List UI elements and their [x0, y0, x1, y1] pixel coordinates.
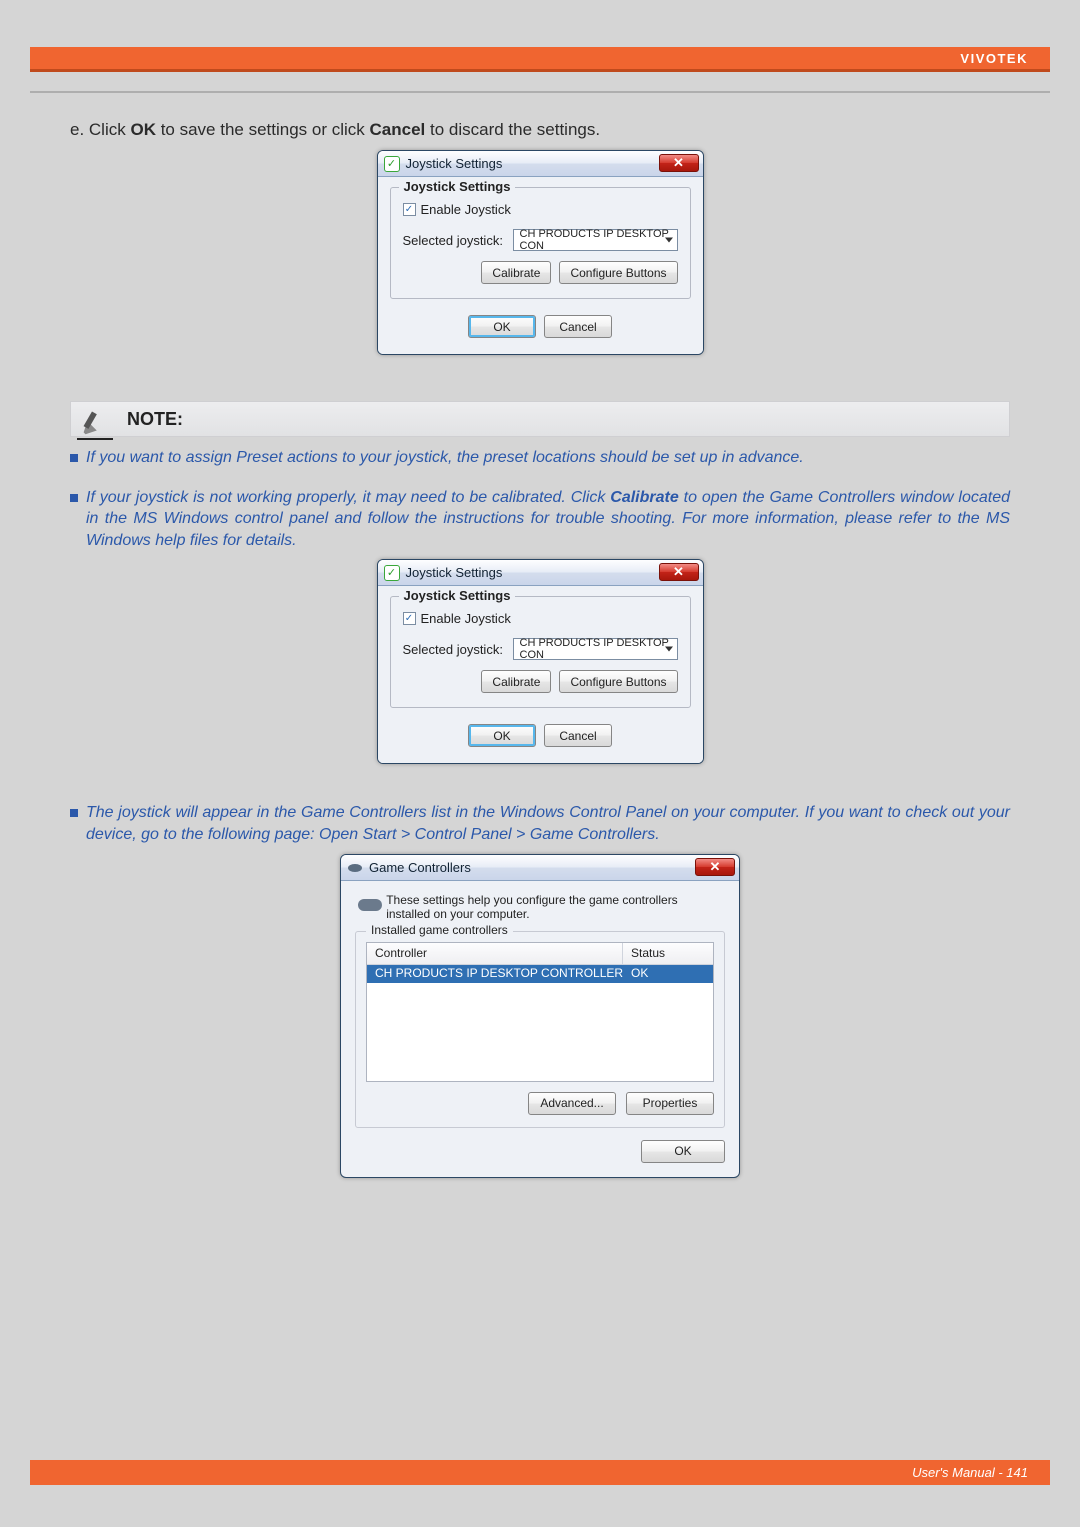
combobox-value: CH PRODUCTS IP DESKTOP CON [520, 228, 671, 252]
table-row[interactable]: CH PRODUCTS IP DESKTOP CONTROLLER OK [367, 965, 713, 983]
enable-joystick-row: ✓ Enable Joystick [403, 611, 678, 626]
calibrate-button[interactable]: Calibrate [481, 261, 551, 284]
dialog-title: Joystick Settings [406, 565, 503, 580]
ok-button[interactable]: OK [641, 1140, 725, 1163]
properties-button[interactable]: Properties [626, 1092, 714, 1115]
installed-controllers-fieldset: Installed game controllers Controller St… [355, 931, 725, 1128]
content-area: e. Click OK to save the settings or clic… [70, 120, 1010, 1178]
joystick-settings-fieldset: Joystick Settings ✓ Enable Joystick Sele… [390, 596, 691, 708]
selected-joystick-label: Selected joystick: [403, 642, 513, 657]
fieldset-legend: Installed game controllers [366, 923, 513, 937]
note-bullet-2: If your joystick is not working properly… [70, 487, 1010, 552]
dialog-title: Game Controllers [369, 860, 471, 875]
dialog-footer: OK Cancel [390, 309, 691, 342]
cell-controller: CH PRODUCTS IP DESKTOP CONTROLLER [367, 965, 623, 983]
bullet-icon [70, 494, 78, 502]
bullet-text: The joystick will appear in the Game Con… [86, 802, 1010, 845]
fieldset-legend: Joystick Settings [399, 588, 516, 603]
dialog-footer: OK Cancel [390, 718, 691, 751]
joystick-settings-dialog: ✓ Joystick Settings ✕ Joystick Settings … [377, 150, 704, 355]
text-bold-cancel: Cancel [370, 120, 426, 139]
joystick-settings-dialog: ✓ Joystick Settings ✕ Joystick Settings … [377, 559, 704, 764]
enable-joystick-label: Enable Joystick [421, 611, 511, 626]
enable-joystick-checkbox[interactable]: ✓ [403, 612, 416, 625]
dialog-container: ✓ Joystick Settings ✕ Joystick Settings … [70, 559, 1010, 764]
dialog-container: ✓ Joystick Settings ✕ Joystick Settings … [70, 150, 1010, 355]
close-icon[interactable]: ✕ [695, 858, 735, 876]
selected-joystick-label: Selected joystick: [403, 233, 513, 248]
button-row: Calibrate Configure Buttons [403, 670, 678, 693]
column-header-controller[interactable]: Controller [367, 943, 623, 964]
controller-listview[interactable]: Controller Status CH PRODUCTS IP DESKTOP… [366, 942, 714, 1082]
joystick-settings-fieldset: Joystick Settings ✓ Enable Joystick Sele… [390, 187, 691, 299]
selected-joystick-combobox[interactable]: CH PRODUCTS IP DESKTOP CON [513, 229, 678, 251]
dialog-container: Game Controllers ✕ These settings help y… [70, 854, 1010, 1178]
fieldset-legend: Joystick Settings [399, 179, 516, 194]
close-icon[interactable]: ✕ [659, 154, 699, 172]
configure-buttons-button[interactable]: Configure Buttons [559, 261, 677, 284]
text-fragment: to discard the settings. [425, 120, 600, 139]
dialog-body: Joystick Settings ✓ Enable Joystick Sele… [378, 177, 703, 354]
chevron-down-icon [665, 647, 673, 652]
ok-button[interactable]: OK [468, 315, 536, 338]
text-fragment: If your joystick is not working properly… [86, 489, 610, 506]
ok-button[interactable]: OK [468, 724, 536, 747]
cancel-button[interactable]: Cancel [544, 315, 612, 338]
bullet-icon [70, 454, 78, 462]
close-icon[interactable]: ✕ [659, 563, 699, 581]
title-bar: ✓ Joystick Settings ✕ [378, 560, 703, 586]
title-bar: ✓ Joystick Settings ✕ [378, 151, 703, 177]
dialog-body: These settings help you configure the ga… [341, 881, 739, 1177]
text-fragment: to save the settings or click [156, 120, 370, 139]
dialog-footer: OK [355, 1128, 725, 1163]
bullet-text: If you want to assign Preset actions to … [86, 447, 1010, 469]
app-icon: ✓ [384, 565, 400, 581]
game-controllers-dialog: Game Controllers ✕ These settings help y… [340, 854, 740, 1178]
title-bar: Game Controllers ✕ [341, 855, 739, 881]
description-row: These settings help you configure the ga… [355, 893, 725, 921]
enable-joystick-checkbox[interactable]: ✓ [403, 203, 416, 216]
bullet-icon [70, 809, 78, 817]
description-text: These settings help you configure the ga… [386, 893, 725, 921]
footer-text: User's Manual - 141 [912, 1465, 1028, 1480]
button-row: Advanced... Properties [366, 1092, 714, 1115]
enable-joystick-row: ✓ Enable Joystick [403, 202, 678, 217]
dialog-body: Joystick Settings ✓ Enable Joystick Sele… [378, 586, 703, 763]
note-bullet-1: If you want to assign Preset actions to … [70, 447, 1010, 469]
header-rule [30, 91, 1050, 93]
cancel-button[interactable]: Cancel [544, 724, 612, 747]
chevron-down-icon [665, 238, 673, 243]
page-footer: User's Manual - 141 [30, 1460, 1050, 1485]
text-bold-ok: OK [130, 120, 156, 139]
enable-joystick-label: Enable Joystick [421, 202, 511, 217]
note-header-bar: NOTE: [70, 401, 1010, 437]
combobox-value: CH PRODUCTS IP DESKTOP CON [520, 637, 671, 661]
button-row: Calibrate Configure Buttons [403, 261, 678, 284]
column-header-status[interactable]: Status [623, 943, 713, 964]
gamepad-icon [347, 859, 363, 875]
calibrate-button[interactable]: Calibrate [481, 670, 551, 693]
advanced-button[interactable]: Advanced... [528, 1092, 616, 1115]
list-header: Controller Status [367, 943, 713, 965]
note-section: NOTE: If you want to assign Preset actio… [70, 401, 1010, 1178]
bullet-text: If your joystick is not working properly… [86, 487, 1010, 552]
text-fragment: e. Click [70, 120, 130, 139]
selected-joystick-combobox[interactable]: CH PRODUCTS IP DESKTOP CON [513, 638, 678, 660]
dialog-title: Joystick Settings [406, 156, 503, 171]
configure-buttons-button[interactable]: Configure Buttons [559, 670, 677, 693]
pencil-icon [77, 398, 109, 438]
note-label: NOTE: [127, 409, 183, 430]
gamepad-large-icon [355, 893, 378, 917]
selected-joystick-row: Selected joystick: CH PRODUCTS IP DESKTO… [403, 638, 678, 660]
app-icon: ✓ [384, 156, 400, 172]
text-bold-calibrate: Calibrate [610, 489, 678, 506]
note-bullet-3: The joystick will appear in the Game Con… [70, 802, 1010, 845]
brand-text: VIVOTEK [960, 51, 1028, 66]
page-header: VIVOTEK [30, 47, 1050, 72]
cell-status: OK [623, 965, 713, 983]
step-e-text: e. Click OK to save the settings or clic… [70, 120, 1010, 140]
selected-joystick-row: Selected joystick: CH PRODUCTS IP DESKTO… [403, 229, 678, 251]
